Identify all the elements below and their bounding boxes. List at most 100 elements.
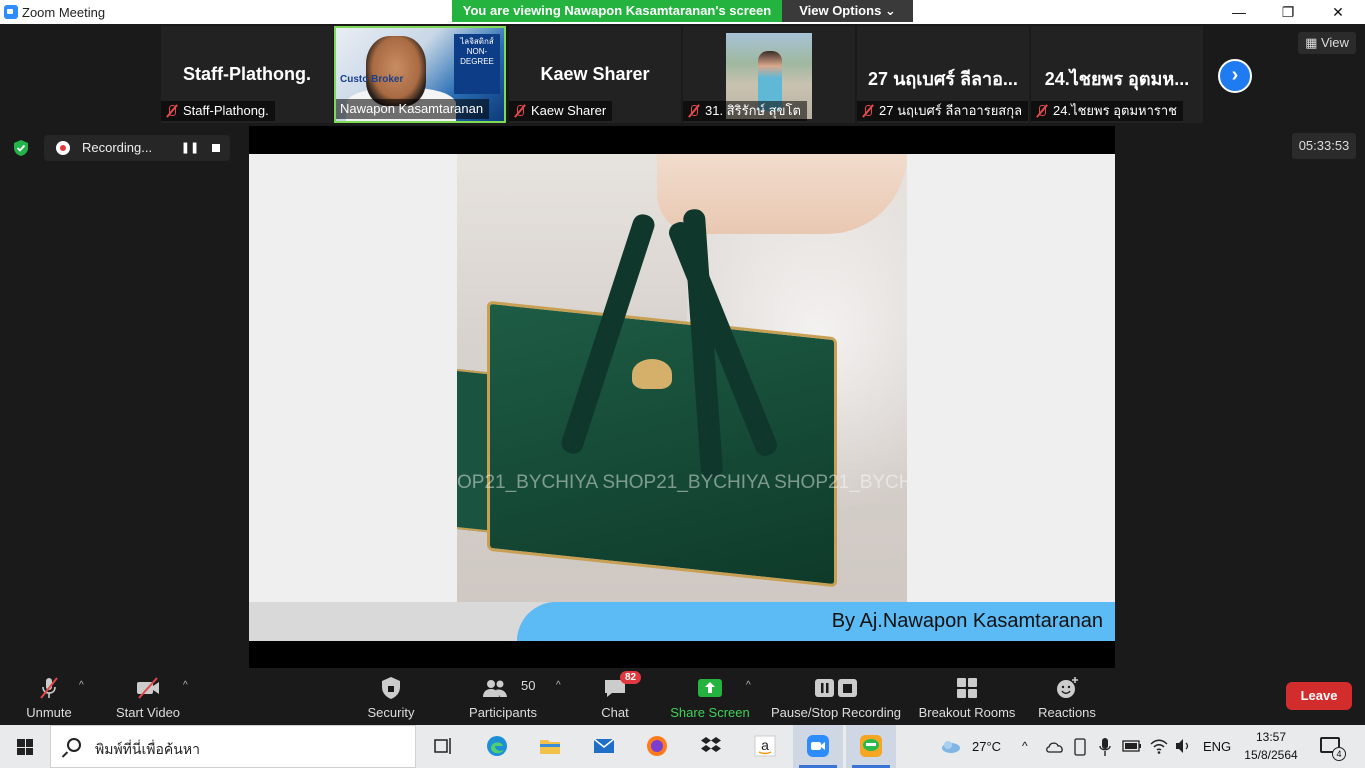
unmute-button[interactable]: Unmute bbox=[12, 668, 86, 725]
muted-mic-icon bbox=[40, 677, 58, 699]
windows-taskbar: พิมพ์ที่นี่เพื่อค้นหา a 27°C ^ ENG 13:57… bbox=[0, 725, 1365, 768]
muted-mic-icon bbox=[165, 104, 179, 118]
next-page-arrow-icon[interactable]: › bbox=[1218, 59, 1252, 93]
video-sign: ไลจิสติกส์ NON-DEGREE bbox=[454, 34, 500, 94]
video-off-icon bbox=[137, 677, 159, 699]
zoom-taskbar-app[interactable] bbox=[793, 725, 843, 768]
clock-date: 15/8/2564 bbox=[1244, 748, 1298, 762]
meeting-timer: 05:33:53 bbox=[1292, 133, 1356, 159]
edge-taskbar-app[interactable] bbox=[472, 725, 522, 768]
encryption-shield-icon[interactable] bbox=[12, 139, 30, 157]
recording-dot-icon bbox=[56, 141, 70, 155]
shared-slide: OP21_BYCHIYA SHOP21_BYCHIYA SHOP21_BYCHI… bbox=[249, 154, 1115, 641]
breakout-rooms-icon bbox=[957, 678, 977, 698]
mail-taskbar-app[interactable] bbox=[579, 725, 629, 768]
weather-cloud-icon[interactable] bbox=[940, 737, 962, 755]
show-hidden-icons-chevron[interactable]: ^ bbox=[1022, 739, 1028, 753]
line-chat-icon bbox=[860, 735, 882, 757]
photo-box bbox=[487, 300, 837, 588]
participant-tile-active-speaker[interactable]: ไลจิสติกส์ NON-DEGREE Custo Broker Nawap… bbox=[334, 26, 506, 123]
participants-icon bbox=[482, 680, 507, 697]
taskbar-search-box[interactable]: พิมพ์ที่นี่เพื่อค้นหา bbox=[50, 725, 416, 768]
participant-label: 27 นฤเบศร์ ลีลาอารยสกุล bbox=[857, 101, 1029, 121]
mail-icon bbox=[593, 738, 615, 753]
participants-caret-icon[interactable]: ^ bbox=[556, 680, 561, 691]
dropbox-taskbar-app[interactable] bbox=[686, 725, 736, 768]
viewing-screen-banner: You are viewing Nawapon Kasamtaranan's s… bbox=[452, 0, 782, 22]
security-button[interactable]: Security bbox=[360, 668, 422, 725]
task-view-icon bbox=[434, 738, 451, 754]
recording-label: Recording... bbox=[82, 140, 153, 155]
chat-button[interactable]: 82 Chat bbox=[590, 668, 642, 725]
onedrive-cloud-icon[interactable] bbox=[1045, 739, 1065, 755]
weather-temperature[interactable]: 27°C bbox=[972, 739, 1001, 754]
start-video-button[interactable]: Start Video bbox=[108, 668, 188, 725]
participant-big-name: 27 นฤเบศร์ ลีลาอ... bbox=[868, 69, 1018, 89]
participant-name: 24.ไชยพร อุตมหาราช bbox=[1053, 103, 1178, 118]
minimize-button[interactable]: — bbox=[1216, 0, 1262, 24]
participant-tile[interactable]: 31. สิริรักษ์ สุขโต bbox=[683, 26, 855, 123]
participant-tile[interactable]: 27 นฤเบศร์ ลีลาอ... 27 นฤเบศร์ ลีลาอารยส… bbox=[857, 26, 1029, 123]
pause-stop-recording-label: Pause/Stop Recording bbox=[770, 705, 902, 720]
unmute-label: Unmute bbox=[26, 705, 72, 720]
pause-stop-recording-button[interactable]: Pause/Stop Recording bbox=[770, 668, 902, 725]
close-button[interactable]: ✕ bbox=[1315, 0, 1361, 24]
zoom-app-icon bbox=[4, 5, 18, 19]
pause-recording-button[interactable]: ❚❚ bbox=[180, 138, 200, 158]
photo-watermark: OP21_BYCHIYA SHOP21_BYCHIYA SHOP21_BYCHI… bbox=[457, 472, 907, 493]
input-language[interactable]: ENG bbox=[1203, 739, 1231, 754]
video-sign-2: Custo Broker bbox=[340, 74, 404, 85]
muted-mic-icon bbox=[1035, 104, 1049, 118]
audio-options-caret-icon[interactable]: ^ bbox=[79, 680, 84, 691]
share-options-caret-icon[interactable]: ^ bbox=[746, 680, 751, 691]
security-label: Security bbox=[367, 705, 415, 720]
participant-strip: Staff-Plathong. Staff-Plathong. ไลจิสติก… bbox=[0, 24, 1365, 126]
stop-recording-button[interactable] bbox=[206, 138, 226, 158]
task-view-button[interactable] bbox=[418, 725, 468, 768]
dropbox-icon bbox=[701, 737, 721, 752]
folder-icon bbox=[540, 740, 560, 754]
participant-big-name: Kaew Sharer bbox=[540, 64, 650, 84]
smiley-plus-icon bbox=[1057, 677, 1078, 698]
participant-big-name: Staff-Plathong. bbox=[183, 64, 311, 84]
breakout-rooms-button[interactable]: Breakout Rooms bbox=[915, 668, 1019, 725]
start-button[interactable] bbox=[0, 725, 50, 768]
wifi-icon[interactable] bbox=[1150, 737, 1168, 755]
participant-name: 27 นฤเบศร์ ลีลาอารยสกุล bbox=[879, 103, 1023, 118]
amazon-taskbar-app[interactable]: a bbox=[740, 725, 790, 768]
participant-label: Staff-Plathong. bbox=[161, 101, 275, 121]
firefox-taskbar-app[interactable] bbox=[632, 725, 682, 768]
battery-icon[interactable] bbox=[1122, 739, 1142, 753]
line-taskbar-app[interactable] bbox=[846, 725, 896, 768]
participant-tile[interactable]: Kaew Sharer Kaew Sharer bbox=[509, 26, 681, 123]
view-options-button[interactable]: View Options ⌄ bbox=[782, 0, 913, 22]
participant-tile[interactable]: Staff-Plathong. Staff-Plathong. bbox=[161, 26, 333, 123]
clock-time: 13:57 bbox=[1255, 730, 1287, 744]
restore-button[interactable]: ❐ bbox=[1265, 0, 1311, 24]
volume-icon[interactable] bbox=[1174, 737, 1192, 755]
reactions-button[interactable]: Reactions bbox=[1032, 668, 1102, 725]
view-layout-button[interactable]: ▦ View bbox=[1298, 32, 1356, 54]
window-title: Zoom Meeting bbox=[22, 5, 106, 20]
muted-mic-icon bbox=[687, 104, 701, 118]
phone-link-icon[interactable] bbox=[1072, 738, 1088, 756]
participant-label: Kaew Sharer bbox=[509, 101, 613, 121]
taskbar-search-placeholder: พิมพ์ที่นี่เพื่อค้นหา bbox=[95, 741, 200, 757]
taskbar-clock[interactable]: 13:57 15/8/2564 bbox=[1236, 728, 1306, 764]
firefox-icon bbox=[647, 736, 667, 756]
share-screen-button[interactable]: Share Screen bbox=[667, 668, 753, 725]
pause-stop-recording-icon bbox=[815, 679, 857, 697]
svg-text:a: a bbox=[761, 737, 769, 753]
participant-tile[interactable]: 24.ไชยพร อุตมห... 24.ไชยพร อุตมหาราช bbox=[1031, 26, 1203, 123]
participant-name: Nawapon Kasamtaranan bbox=[340, 101, 484, 116]
start-video-label: Start Video bbox=[115, 705, 181, 720]
share-screen-icon bbox=[698, 679, 722, 697]
file-explorer-taskbar-app[interactable] bbox=[525, 725, 575, 768]
participant-big-name: 24.ไชยพร อุตมห... bbox=[1044, 69, 1190, 89]
amazon-icon: a bbox=[754, 735, 776, 757]
microphone-tray-icon[interactable] bbox=[1097, 737, 1113, 757]
video-options-caret-icon[interactable]: ^ bbox=[183, 680, 188, 691]
participants-button[interactable]: 50 Participants bbox=[462, 668, 544, 725]
leave-meeting-button[interactable]: Leave bbox=[1286, 682, 1352, 710]
participant-label: Nawapon Kasamtaranan bbox=[336, 99, 490, 119]
